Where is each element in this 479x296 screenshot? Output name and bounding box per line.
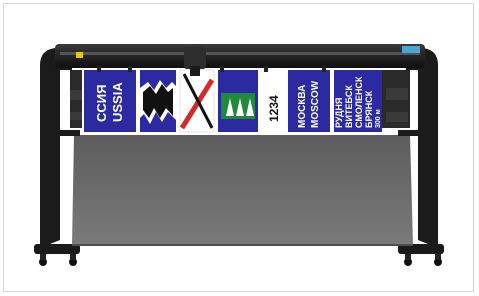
sign-panel-number: 1234 [267,95,281,122]
control-panel-icon [402,46,420,53]
sign-city-en: MOSCOW [310,80,321,128]
sign-dest-4: БРЯНСК [364,90,374,128]
printed-sign-vinyl: ССИЯ USSIA 1234 МОСКВА MOSCOW РУДНЯ ВИТЕ… [82,68,382,134]
sign-dest-2: ВИТЕБСК [344,85,354,128]
sign-distance: 300 м [375,109,382,128]
sign-panel-1-line-2: USSIA [110,82,125,122]
sign-panel-1-line-1: ССИЯ [94,85,109,122]
sign-dest-3: СМОЛЕНСК [354,76,364,128]
media-apron [72,135,413,245]
sign-dest-1: РУДНЯ [334,98,344,128]
status-led-icon [76,52,83,58]
plotter-illustration: ССИЯ USSIA 1234 МОСКВА MOSCOW РУДНЯ ВИТЕ… [34,44,444,266]
sign-city-ru: МОСКВА [297,85,308,128]
cutting-head-icon [184,47,206,69]
